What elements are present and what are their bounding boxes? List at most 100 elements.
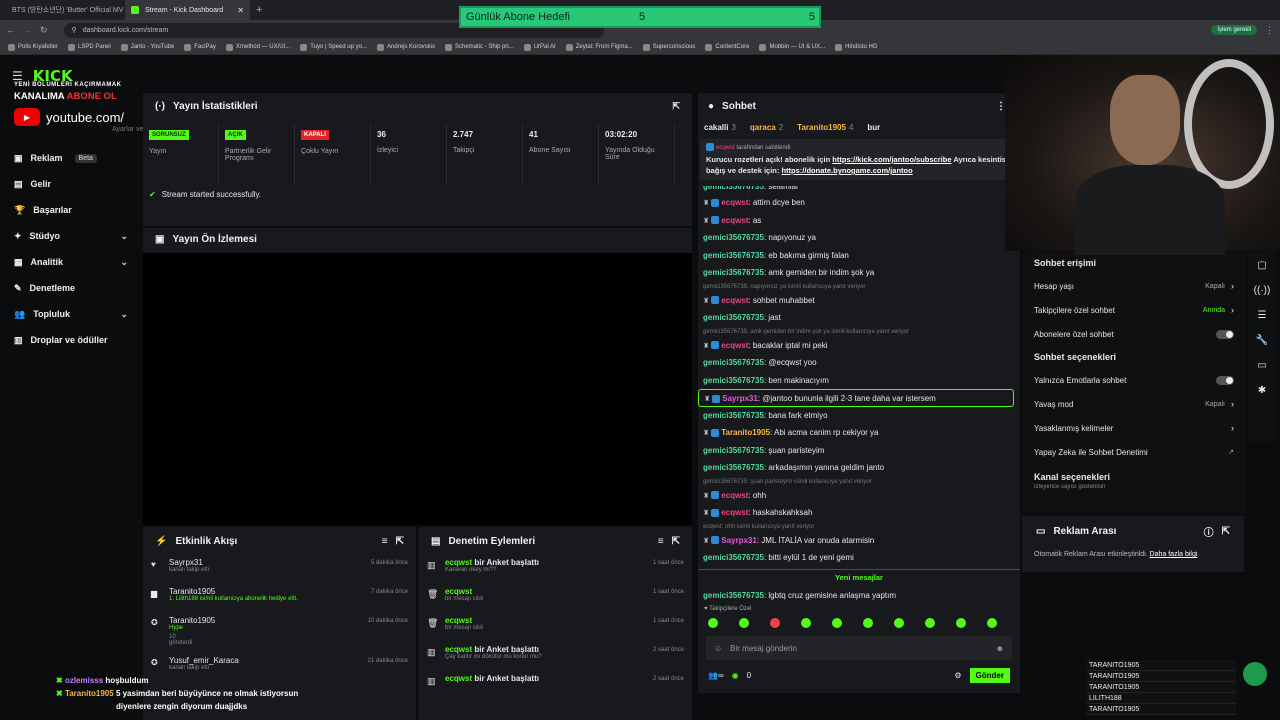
sidebar-item-revenue[interactable]: ▤ Gelir [0, 171, 140, 197]
top-chatter[interactable]: qaraca 2 [750, 123, 783, 132]
chat-username[interactable]: ecqwst [721, 491, 748, 500]
toggle-switch[interactable] [1216, 375, 1234, 385]
new-tab-icon[interactable]: + [256, 4, 262, 16]
list-icon[interactable]: ☰ [1258, 310, 1267, 321]
menu-icon[interactable]: ⋮ [1265, 25, 1274, 36]
sidebar-item-studio[interactable]: ✦ Stüdyo ⌄ [0, 223, 140, 249]
chat-username[interactable]: gemici35676735 [703, 313, 764, 322]
sidebar-item-analytics[interactable]: ▦ Analitik ⌄ [0, 249, 140, 275]
bookmark-item[interactable]: Zeytal: From Figma... [565, 43, 633, 51]
chat-username[interactable]: ecqwst [721, 296, 748, 305]
bookmark-item[interactable]: Polis Kıyafetler [8, 43, 58, 51]
emote[interactable] [739, 618, 749, 628]
popout-icon[interactable]: ⇱ [672, 536, 680, 547]
update-button[interactable]: İşlem gerekli [1211, 25, 1257, 35]
site-info-icon[interactable]: ⚲ [72, 26, 77, 34]
bookmark-item[interactable]: Mobbin — UI & UX... [759, 43, 825, 51]
bookmark-item[interactable]: ContentCore [705, 43, 749, 51]
chat-username[interactable]: gemici35676735 [703, 553, 764, 562]
browser-tab-active[interactable]: Stream - Kick Dashboard ✕ [125, 0, 250, 20]
emote[interactable] [832, 618, 842, 628]
chat-username[interactable]: Sayrpx31 [721, 536, 757, 545]
emote[interactable] [708, 618, 718, 628]
sidebar-item-drops[interactable]: ▥ Droplar ve ödüller [0, 327, 140, 353]
browser-tab[interactable]: BTS (방탄소년단) 'Butter' Official MV✕ [0, 0, 125, 20]
chat-username[interactable]: gemici35676735 [703, 251, 764, 260]
sidebar-item-ad[interactable]: ▣ Reklam Beta [0, 145, 140, 171]
setting-row[interactable]: Hesap yaşı Kapalı › [1022, 274, 1246, 298]
users-icon[interactable]: 👥∞ [708, 671, 724, 680]
chat-icon[interactable]: ▢ [1257, 260, 1266, 271]
chat-username[interactable]: ecqwst [721, 198, 748, 207]
send-button[interactable]: Gönder [969, 668, 1010, 683]
chat-username[interactable]: gemici35676735 [703, 358, 764, 367]
close-icon[interactable]: ✕ [237, 6, 244, 15]
popout-icon[interactable]: ⇱ [1222, 526, 1230, 537]
widgets-icon[interactable]: ✱ [1258, 385, 1266, 396]
learn-more-link[interactable]: Daha fazla bilgi [1150, 551, 1198, 558]
chevron-down-icon[interactable]: ⌄ [120, 257, 128, 268]
chat-username[interactable]: ecqwst [721, 341, 748, 350]
emote-picker-icon[interactable]: ☺ [714, 644, 722, 653]
smile-icon[interactable]: ☻ [996, 644, 1004, 653]
setting-row[interactable]: Yalnızca Emotlarla sohbet [1022, 368, 1246, 392]
setting-row[interactable]: Yasaklanmış kelimeler › [1022, 416, 1246, 440]
back-icon[interactable]: ← [6, 25, 15, 35]
bookmark-item[interactable]: LSPD Panel [68, 43, 111, 51]
filter-icon[interactable]: ≡ [382, 536, 388, 547]
chat-username[interactable]: Taranito1905 [721, 428, 770, 437]
chat-username[interactable]: gemici35676735 [703, 591, 764, 600]
emote[interactable] [863, 618, 873, 628]
setting-row[interactable]: Takipçilere özel sohbet Anında › [1022, 298, 1246, 322]
chat-username[interactable]: gemici35676735 [703, 411, 764, 420]
bookmark-item[interactable]: Tuyo | Speed up yo... [300, 43, 367, 51]
bookmark-item[interactable]: Hindisto HG [835, 43, 877, 51]
bookmark-item[interactable]: Xmethod — UX/UI... [225, 43, 290, 51]
chat-input[interactable]: ☺ Bir mesaj gönderin ☻ [706, 636, 1012, 660]
bookmark-item[interactable]: Superconscious [642, 43, 695, 51]
setting-row[interactable]: Abonelere özel sohbet [1022, 322, 1246, 346]
top-chatter[interactable]: Taranito1905 4 [797, 123, 853, 132]
emote[interactable] [770, 618, 780, 628]
sidebar-item-trophy[interactable]: 🏆 Başarılar [0, 197, 140, 223]
chevron-down-icon[interactable]: ⌄ [120, 231, 128, 242]
chat-username[interactable]: ecqwst [721, 216, 748, 225]
sidebar-item-community[interactable]: 👥 Topluluk ⌄ [0, 301, 140, 327]
gear-icon[interactable]: ⚙ [954, 671, 961, 680]
emote[interactable] [956, 618, 966, 628]
emote[interactable] [925, 618, 935, 628]
signal-icon[interactable]: ((·)) [1254, 285, 1271, 296]
sidebar-item-moderation[interactable]: ✎ Denetleme [0, 275, 140, 301]
info-icon[interactable]: ⓘ [1204, 524, 1214, 539]
chat-username[interactable]: gemici35676735 [703, 233, 764, 242]
subscribe-link[interactable]: https://kick.com/jantoo/subscribe [832, 155, 951, 164]
reload-icon[interactable]: ↻ [40, 25, 48, 36]
popout-icon[interactable]: ⇱ [672, 101, 680, 112]
popout-icon[interactable]: ⇱ [396, 536, 404, 547]
setting-row[interactable]: Yapay Zeka ile Sohbet Denetimi ↗ [1022, 440, 1246, 464]
chat-username[interactable]: Sayrpx31 [722, 394, 758, 403]
filter-icon[interactable]: ≡ [658, 536, 664, 547]
bookmark-item[interactable]: Andrejs Korovskis [376, 43, 435, 51]
emote[interactable] [894, 618, 904, 628]
bookmark-item[interactable]: Schematic - Ship pri... [445, 43, 514, 51]
top-chatter[interactable]: cakalli 3 [704, 123, 736, 132]
hamburger-icon[interactable]: ☰ [12, 69, 23, 83]
bookmark-item[interactable]: Janto - YouTube [120, 43, 174, 51]
chat-username[interactable]: gemici35676735 [703, 463, 764, 472]
donate-link[interactable]: https://donate.bynogame.com/jantoo [781, 166, 912, 175]
setting-row[interactable]: Yavaş mod Kapalı › [1022, 392, 1246, 416]
chat-username[interactable]: gemici35676735 [703, 186, 764, 191]
chat-username[interactable]: gemici35676735 [703, 446, 764, 455]
bookmark-item[interactable]: UrPal AI [523, 43, 556, 51]
chat-username[interactable]: gemici35676735 [703, 376, 764, 385]
emote[interactable] [987, 618, 997, 628]
toggle-switch[interactable] [1216, 329, 1234, 339]
window-icon[interactable]: ▭ [1257, 360, 1266, 371]
bookmark-item[interactable]: FaciPay [184, 43, 216, 51]
emote[interactable] [801, 618, 811, 628]
chat-username[interactable]: ecqwst [721, 508, 748, 517]
top-chatter[interactable]: bur [867, 123, 883, 132]
chevron-down-icon[interactable]: ⌄ [120, 309, 128, 320]
chat-username[interactable]: gemici35676735 [703, 268, 764, 277]
